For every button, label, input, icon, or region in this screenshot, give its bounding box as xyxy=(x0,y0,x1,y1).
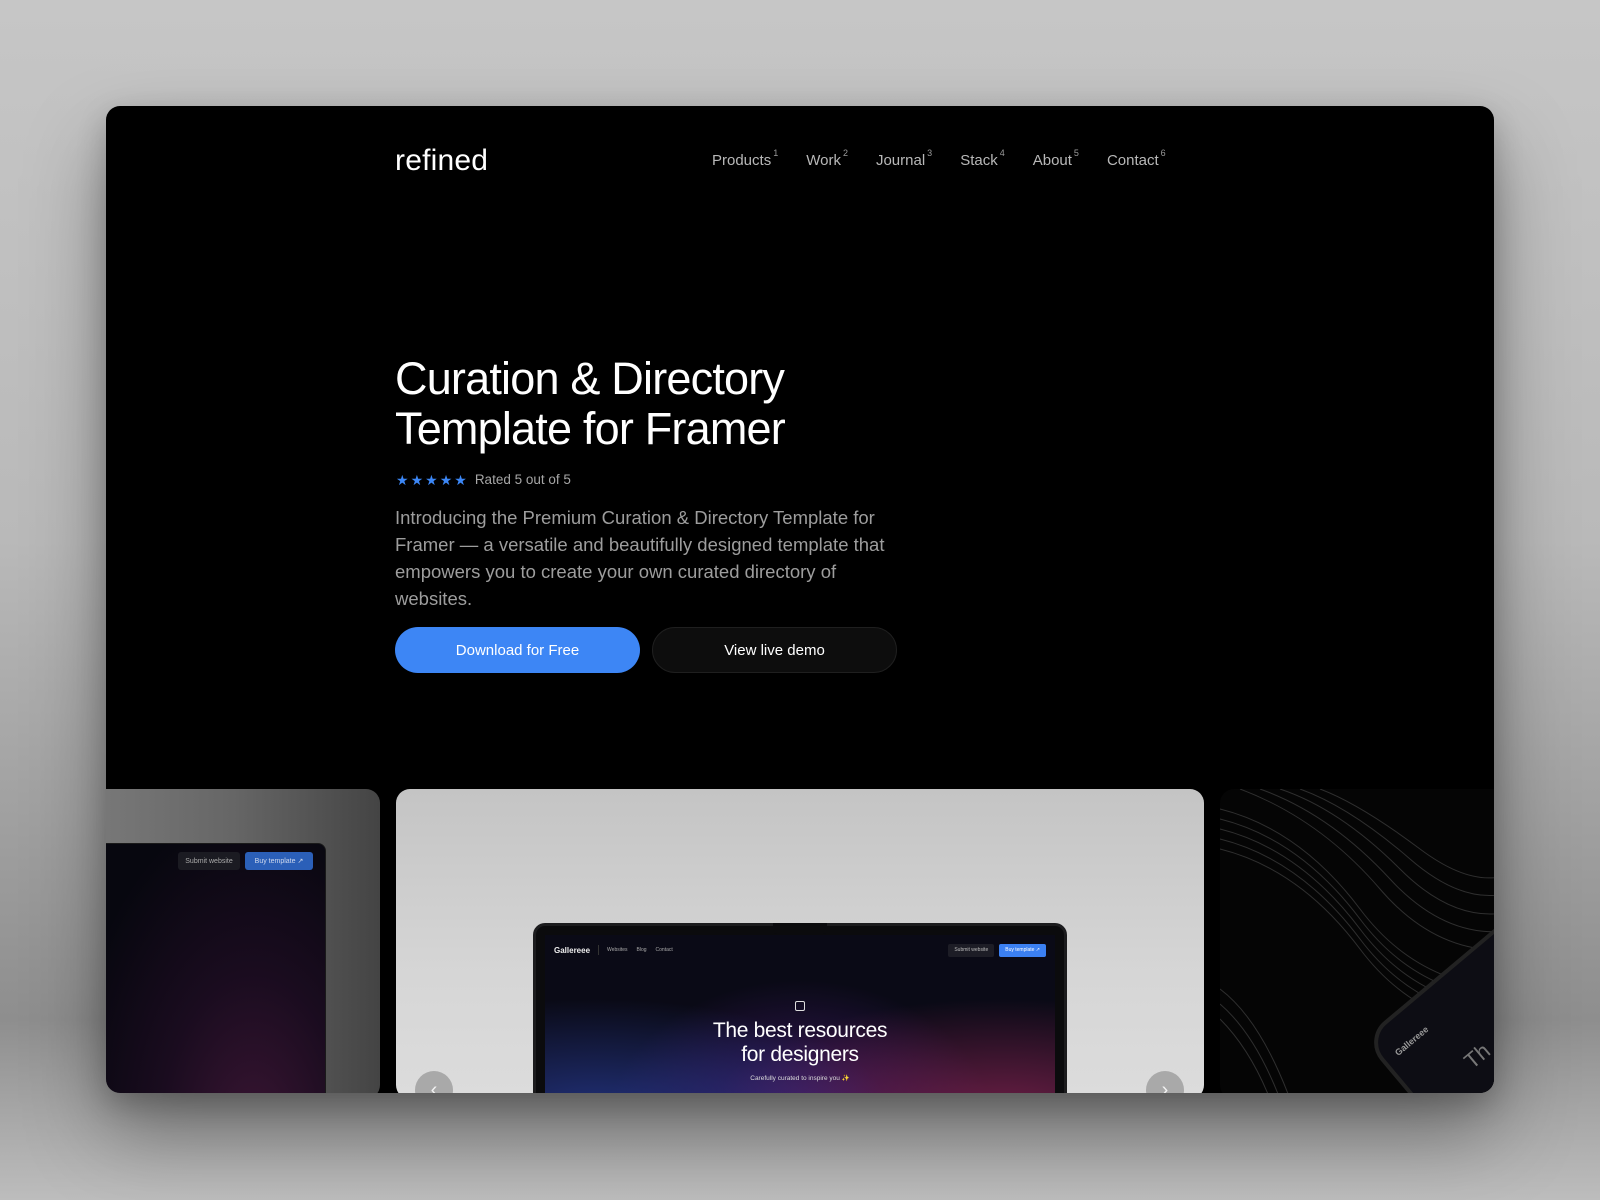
laptop-mockup: Gallereee Websites Blog Contact Submit w… xyxy=(533,923,1067,1093)
star-icon: ★ xyxy=(454,471,467,488)
chevron-right-icon: › xyxy=(1161,1078,1169,1094)
preview-subtitle: Carefully curated to inspire you ✨ xyxy=(750,1075,850,1082)
preview-submit-button: Submit website xyxy=(178,852,240,870)
preview-nav-actions: Submit website Buy template ↗ xyxy=(948,943,1046,957)
preview-headline-line: for designers xyxy=(741,1043,859,1066)
carousel-next-button[interactable]: › xyxy=(1146,1071,1184,1093)
preview-buy-button: Buy template ↗ xyxy=(245,852,313,870)
nav-item-stack[interactable]: Stack 4 xyxy=(960,148,1005,169)
chevron-left-icon: ‹ xyxy=(430,1078,438,1094)
nav-label: Products xyxy=(712,152,772,169)
hero-title: Curation & Directory Template for Framer xyxy=(395,353,786,454)
star-icon: ★ xyxy=(439,471,453,488)
camera-notch xyxy=(773,923,827,934)
preview-buy-button: Buy template ↗ xyxy=(999,943,1046,957)
gallery-logo-icon xyxy=(795,1001,805,1011)
phone-logo: Gallereee xyxy=(1392,1024,1431,1058)
nav-index: 2 xyxy=(842,148,848,158)
site-logo[interactable]: refined xyxy=(395,144,488,178)
nav-item-contact[interactable]: Contact 6 xyxy=(1106,148,1166,169)
preview-headline: The best resources for designers xyxy=(545,1019,1055,1067)
carousel-card-center[interactable]: Gallereee Websites Blog Contact Submit w… xyxy=(396,789,1204,1093)
download-button[interactable]: Download for Free xyxy=(395,627,640,673)
device-screen-preview: Submit website Buy template ↗ xyxy=(106,843,326,1093)
nav-index: 1 xyxy=(773,148,779,158)
preview-headline-line: The best resources xyxy=(712,1019,888,1042)
nav-item-products[interactable]: Products 1 xyxy=(712,148,778,169)
nav-item-work[interactable]: Work 2 xyxy=(806,148,848,169)
star-icon: ★ xyxy=(396,471,409,488)
nav-label: Journal xyxy=(875,152,926,169)
star-rating: ★ ★ ★ ★ ★ xyxy=(396,473,467,487)
preview-logo: Gallereee xyxy=(554,945,591,955)
nav-index: 5 xyxy=(1073,148,1079,158)
nav-label: About xyxy=(1032,152,1072,169)
carousel-prev-button[interactable]: ‹ xyxy=(415,1071,453,1093)
carousel-card-right[interactable]: Gallereee Th xyxy=(1220,789,1494,1093)
nav-label: Contact xyxy=(1106,152,1159,169)
preview-submit-button: Submit website xyxy=(948,943,995,957)
nav-label: Work xyxy=(806,152,841,169)
hero-description: Introducing the Premium Curation & Direc… xyxy=(395,507,885,609)
preview-link: Contact xyxy=(655,947,673,953)
preview-link: Blog xyxy=(636,947,647,953)
nav-index: 4 xyxy=(999,148,1005,158)
preview-divider xyxy=(598,945,600,955)
laptop-screen: Gallereee Websites Blog Contact Submit w… xyxy=(545,935,1055,1093)
phone-headline: Th xyxy=(1459,1038,1494,1074)
carousel-card-left[interactable]: Submit website Buy template ↗ xyxy=(106,789,380,1093)
main-nav: Products 1 Work 2 Journal 3 Stack 4 About 5 C… xyxy=(712,148,1194,169)
nav-index: 3 xyxy=(927,148,933,158)
rating-text: Rated 5 out of 5 xyxy=(474,472,571,487)
star-icon: ★ xyxy=(425,471,438,488)
view-demo-button[interactable]: View live demo xyxy=(652,627,897,673)
rating: ★ ★ ★ ★ ★ Rated 5 out of 5 xyxy=(396,472,571,487)
preview-nav: Gallereee Websites Blog Contact Submit w… xyxy=(554,941,1046,959)
nav-item-journal[interactable]: Journal 3 xyxy=(875,148,932,169)
star-icon: ★ xyxy=(410,471,424,488)
nav-item-about[interactable]: About 5 xyxy=(1032,148,1079,169)
browser-window: refined Products 1 Work 2 Journal 3 Stack 4 … xyxy=(106,106,1494,1093)
nav-index: 6 xyxy=(1160,148,1166,158)
preview-link: Websites xyxy=(607,947,628,953)
nav-label: Stack xyxy=(960,152,998,169)
